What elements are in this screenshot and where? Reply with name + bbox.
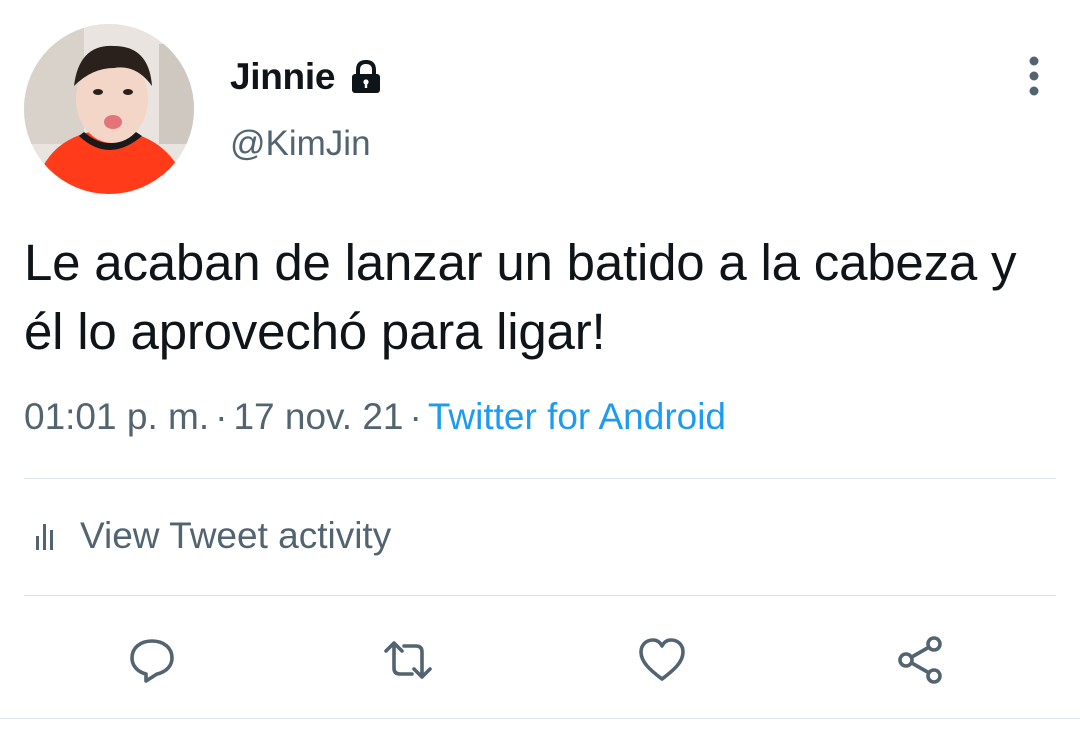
tweet-detail: Jinnie @KimJin Le acaban de lanzar un ba… xyxy=(0,0,1080,734)
user-name-row: Jinnie xyxy=(230,54,383,100)
divider xyxy=(24,478,1056,479)
more-vertical-icon xyxy=(1029,56,1039,96)
tweet-time[interactable]: 01:01 p. m. xyxy=(24,396,209,437)
tweet-text: Le acaban de lanzar un batido a la cabez… xyxy=(24,234,1017,360)
retweet-button[interactable] xyxy=(378,630,438,690)
display-name[interactable]: Jinnie xyxy=(230,56,335,98)
reply-icon xyxy=(130,639,174,683)
analytics-bars-icon xyxy=(24,516,64,556)
view-tweet-activity-button[interactable]: View Tweet activity xyxy=(24,506,391,566)
tweet-actions-bar xyxy=(0,630,1080,690)
divider xyxy=(0,718,1080,719)
share-button[interactable] xyxy=(890,630,950,690)
tweet-date[interactable]: 17 nov. 21 xyxy=(233,396,403,437)
meta-separator: · xyxy=(409,396,422,437)
retweet-icon xyxy=(384,641,432,679)
tweet-source-link[interactable]: Twitter for Android xyxy=(428,396,726,437)
avatar-image xyxy=(24,24,194,194)
divider xyxy=(24,595,1056,596)
tweet-metadata: 01:01 p. m. · 17 nov. 21 · Twitter for Andro… xyxy=(24,396,726,438)
more-options-button[interactable] xyxy=(1010,52,1058,100)
reply-button[interactable] xyxy=(122,630,182,690)
like-button[interactable] xyxy=(632,630,692,690)
avatar[interactable] xyxy=(24,24,194,194)
share-icon xyxy=(898,636,942,684)
view-tweet-activity-label: View Tweet activity xyxy=(80,515,392,556)
lock-icon xyxy=(349,59,383,95)
heart-icon xyxy=(639,638,685,681)
meta-separator: · xyxy=(215,396,228,437)
user-handle[interactable]: @KimJin xyxy=(230,124,371,164)
